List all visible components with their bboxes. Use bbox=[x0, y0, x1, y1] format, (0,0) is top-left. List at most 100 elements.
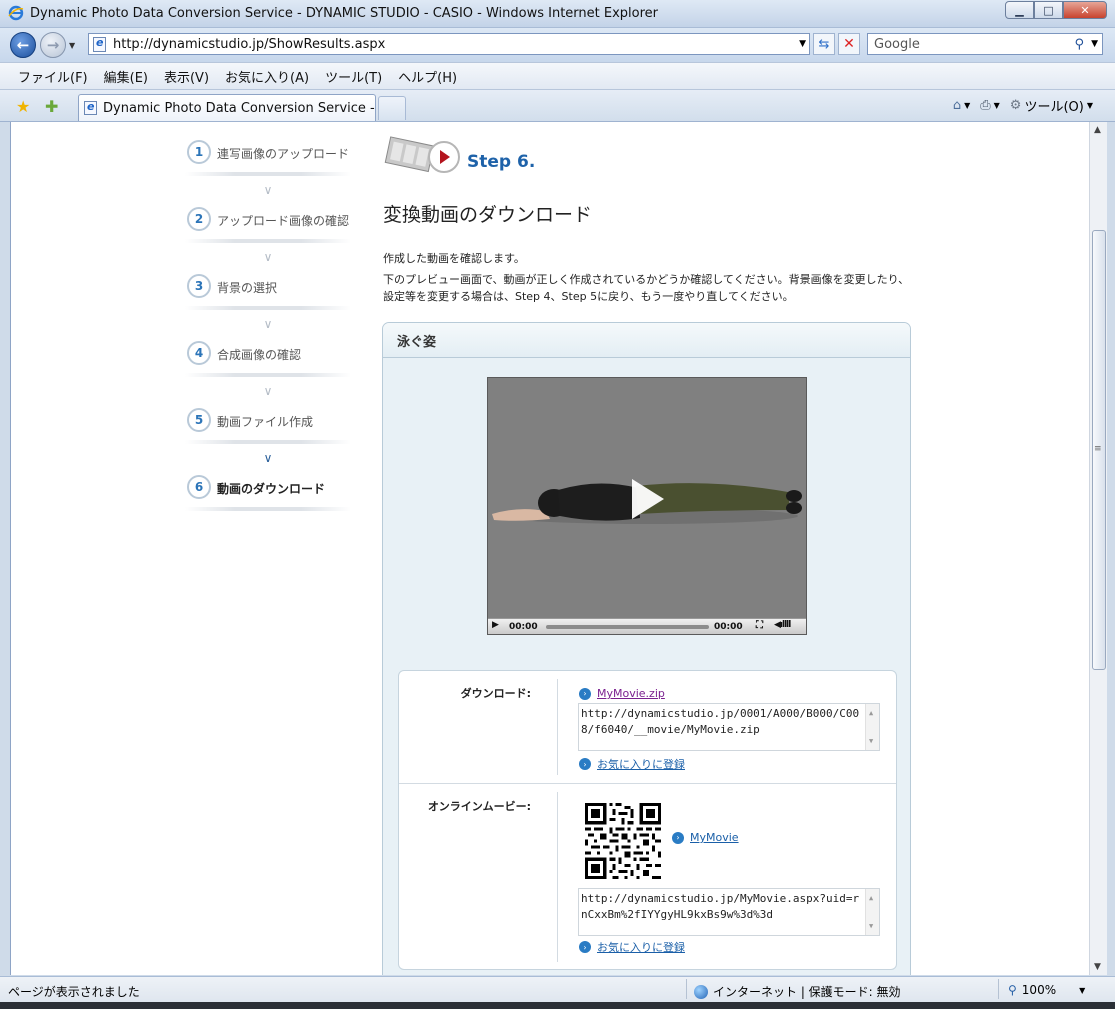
step-divider bbox=[185, 373, 351, 377]
step-divider bbox=[185, 440, 351, 444]
arrow-right-icon: › bbox=[579, 687, 591, 700]
tools-button[interactable]: ⚙ ツール(O) ▼ bbox=[1010, 96, 1093, 115]
video-player[interactable]: ▶ 00:00 00:00 ⛶ ◀ıllll bbox=[487, 377, 807, 635]
address-bar: ← → ▼ http://dynamicstudio.jp/ShowResult… bbox=[0, 28, 1115, 62]
new-tab-button[interactable] bbox=[378, 96, 406, 120]
step-label: 動画ファイル作成 bbox=[217, 415, 314, 429]
row-divider bbox=[557, 792, 558, 962]
play-circle-icon bbox=[428, 141, 460, 173]
step-title: Step 6. bbox=[467, 152, 536, 172]
menu-favorites[interactable]: お気に入り(A) bbox=[217, 67, 317, 86]
search-dropdown-icon[interactable]: ▼ bbox=[1091, 39, 1098, 49]
intro-line: 設定等を変更する場合は、Step 4、Step 5に戻り、もう一度やり直してくだ… bbox=[383, 290, 794, 303]
scroll-grip-icon: ≡ bbox=[1094, 444, 1102, 454]
add-favorites-icon[interactable]: ✚ bbox=[45, 97, 58, 116]
window-frame bbox=[1107, 122, 1115, 975]
page-icon bbox=[93, 36, 106, 52]
address-input[interactable]: http://dynamicstudio.jp/ShowResults.aspx… bbox=[88, 33, 810, 55]
favorites-star-icon[interactable]: ★ bbox=[16, 97, 30, 116]
menu-tools[interactable]: ツール(T) bbox=[317, 67, 390, 86]
step-label: 動画のダウンロード bbox=[217, 482, 326, 496]
add-favorite-link[interactable]: お気に入りに登録 bbox=[597, 939, 685, 955]
download-link-row: › MyMovie.zip bbox=[579, 687, 665, 700]
textarea-scrollbar[interactable] bbox=[865, 704, 879, 750]
step-item-active: 6 動画のダウンロード bbox=[185, 471, 351, 513]
qr-code-icon bbox=[585, 803, 661, 879]
step-label: 背景の選択 bbox=[217, 281, 278, 295]
ie-logo-icon bbox=[8, 5, 24, 21]
window-controls: ▁ □ ✕ bbox=[1005, 1, 1107, 19]
panel-title: 泳ぐ姿 bbox=[383, 323, 910, 358]
zoom-level: 100% bbox=[1021, 983, 1057, 997]
menu-file[interactable]: ファイル(F) bbox=[10, 67, 96, 86]
player-controls: ▶ 00:00 00:00 ⛶ ◀ıllll bbox=[488, 618, 806, 634]
arrow-right-icon: › bbox=[579, 941, 591, 953]
menu-edit[interactable]: 編集(E) bbox=[96, 67, 156, 86]
play-button-icon[interactable]: ▶ bbox=[492, 620, 499, 630]
add-favorite-link[interactable]: お気に入りに登録 bbox=[597, 756, 685, 772]
volume-icon[interactable]: ◀ıllll bbox=[774, 620, 791, 630]
security-zone[interactable]: インターネット | 保護モード: 無効 bbox=[694, 983, 901, 1000]
zoom-control[interactable]: ⚲ 100% ▼ bbox=[1008, 983, 1085, 997]
intro-text: 作成した動画を確認します。 下のプレビュー画面で、動画が正しく作成されているかど… bbox=[383, 248, 923, 304]
play-icon[interactable] bbox=[628, 476, 668, 522]
home-button[interactable]: ⌂ ▼ bbox=[953, 98, 970, 113]
intro-line: 下のプレビュー画面で、動画が正しく作成されているかどうか確認してください。背景画… bbox=[383, 273, 910, 286]
chevron-down-icon: ∨ bbox=[263, 250, 273, 264]
download-link[interactable]: MyMovie.zip bbox=[597, 687, 665, 700]
vertical-scrollbar[interactable]: ▲ ≡ ▼ bbox=[1089, 122, 1107, 975]
scroll-down-icon[interactable]: ▼ bbox=[1094, 962, 1101, 972]
address-dropdown-icon[interactable]: ▼ bbox=[799, 39, 806, 49]
arrow-right-icon: › bbox=[672, 831, 684, 844]
zoom-dropdown-icon[interactable]: ▼ bbox=[1079, 986, 1085, 995]
search-icon[interactable]: ⚲ bbox=[1074, 37, 1084, 52]
download-favorite-row: › お気に入りに登録 bbox=[579, 756, 685, 772]
tab-title: Dynamic Photo Data Conversion Service - … bbox=[103, 101, 402, 116]
download-url-field[interactable]: http://dynamicstudio.jp/0001/A000/B000/C… bbox=[578, 703, 880, 751]
back-button[interactable]: ← bbox=[10, 32, 36, 58]
intro-line: 作成した動画を確認します。 bbox=[383, 252, 525, 265]
download-url-text: http://dynamicstudio.jp/0001/A000/B000/C… bbox=[581, 707, 860, 736]
refresh-button[interactable]: ⇆ bbox=[813, 33, 835, 55]
step-number: 3 bbox=[187, 274, 211, 298]
menu-help[interactable]: ヘルプ(H) bbox=[390, 67, 465, 86]
search-input[interactable]: Google ⚲ ▼ bbox=[867, 33, 1103, 55]
page-heading: 変換動画のダウンロード bbox=[383, 204, 593, 226]
command-bar: ⌂ ▼ ⎙ ▼ ⚙ ツール(O) ▼ bbox=[953, 96, 1093, 115]
step-item: 2 アップロード画像の確認 bbox=[185, 203, 351, 245]
title-bar: Dynamic Photo Data Conversion Service - … bbox=[0, 0, 1115, 28]
chevron-down-icon: ∨ bbox=[263, 384, 273, 398]
chevron-down-icon: ∨ bbox=[263, 183, 273, 197]
zoom-icon: ⚲ bbox=[1008, 983, 1017, 997]
online-url-field[interactable]: http://dynamicstudio.jp/MyMovie.aspx?uid… bbox=[578, 888, 880, 936]
online-movie-link[interactable]: MyMovie bbox=[690, 831, 739, 844]
close-button[interactable]: ✕ bbox=[1063, 1, 1107, 19]
arrow-left-icon: ← bbox=[16, 36, 30, 54]
menu-view[interactable]: 表示(V) bbox=[156, 67, 217, 86]
print-button[interactable]: ⎙ ▼ bbox=[980, 98, 1000, 113]
status-text: ページが表示されました bbox=[8, 985, 140, 999]
arrow-right-icon: › bbox=[579, 758, 591, 770]
seek-bar[interactable] bbox=[546, 625, 709, 629]
movie-panel: 泳ぐ姿 ▶ 00:00 00:00 ⛶ ◀ıllll ダウンロード: › MyM… bbox=[382, 322, 911, 975]
step-item: 5 動画ファイル作成 bbox=[185, 404, 351, 446]
tab-current[interactable]: Dynamic Photo Data Conversion Service - … bbox=[78, 94, 401, 121]
download-label: ダウンロード: bbox=[460, 687, 531, 700]
fullscreen-icon[interactable]: ⛶ bbox=[756, 620, 763, 631]
arrow-right-icon: → bbox=[46, 36, 60, 54]
step-label: アップロード画像の確認 bbox=[217, 214, 350, 228]
step-number: 4 bbox=[187, 341, 211, 365]
maximize-button[interactable]: □ bbox=[1034, 1, 1063, 19]
minimize-button[interactable]: ▁ bbox=[1005, 1, 1034, 19]
textarea-scrollbar[interactable] bbox=[865, 889, 879, 935]
step-divider bbox=[185, 239, 351, 243]
forward-button[interactable]: → bbox=[40, 32, 66, 58]
printer-icon: ⎙ bbox=[980, 98, 991, 113]
links-box: ダウンロード: › MyMovie.zip http://dynamicstud… bbox=[398, 670, 897, 970]
scroll-up-icon[interactable]: ▲ bbox=[1094, 125, 1101, 135]
stop-button[interactable]: ✕ bbox=[838, 33, 860, 55]
zone-text: インターネット | 保護モード: 無効 bbox=[713, 985, 901, 999]
gear-icon: ⚙ bbox=[1009, 98, 1022, 113]
address-url[interactable]: http://dynamicstudio.jp/ShowResults.aspx bbox=[113, 37, 385, 52]
history-dropdown-icon[interactable]: ▼ bbox=[69, 41, 75, 50]
